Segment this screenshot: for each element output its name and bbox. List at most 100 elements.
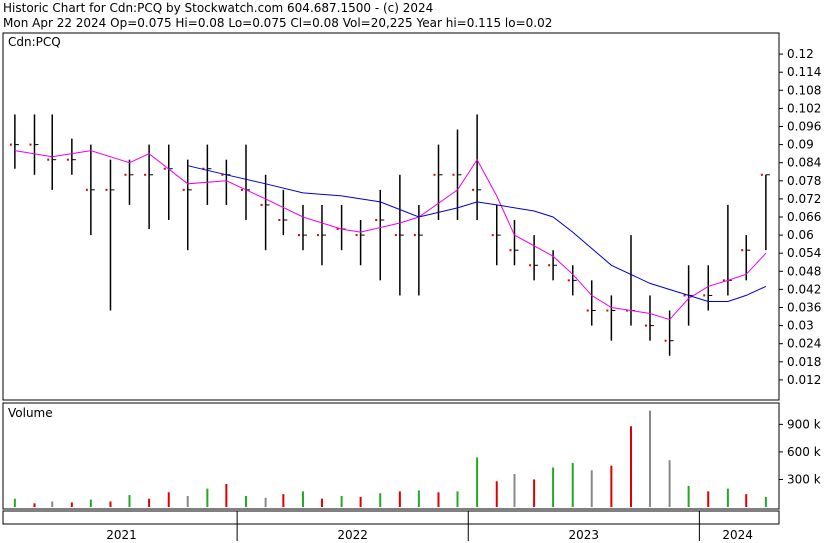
price-tick-label: 0.018 <box>787 355 821 369</box>
price-panel <box>2 32 780 401</box>
price-tick-label: 0.078 <box>787 174 821 188</box>
close-dot <box>509 249 512 252</box>
volume-bar <box>89 499 92 507</box>
close-dot <box>703 294 706 297</box>
volume-bar <box>70 502 73 507</box>
price-tick-label: 0.06 <box>787 228 814 242</box>
close-dot <box>548 264 551 267</box>
volume-bar <box>33 503 36 507</box>
close-dot <box>433 173 436 176</box>
close-dot <box>586 309 589 312</box>
volume-bar <box>707 491 710 507</box>
close-dot <box>260 203 263 206</box>
volume-bar <box>745 494 748 507</box>
price-tick-label: 0.048 <box>787 264 821 278</box>
price-tick-label: 0.066 <box>787 210 821 224</box>
close-dot <box>375 219 378 222</box>
close-dot <box>472 188 475 191</box>
volume-bar <box>301 491 304 507</box>
close-dot <box>644 324 647 327</box>
price-bars <box>14 114 770 356</box>
volume-bar <box>726 488 729 507</box>
close-dot <box>85 188 88 191</box>
year-axis: 2021 2022 2023 2024 <box>106 511 753 542</box>
volume-bar <box>264 497 267 507</box>
volume-bar <box>320 498 323 507</box>
volume-panel <box>2 402 780 510</box>
price-tick-label: 0.024 <box>787 337 821 351</box>
volume-bar <box>206 488 209 507</box>
price-tick-label: 0.102 <box>787 101 821 115</box>
volume-bar <box>340 495 343 507</box>
volume-bar <box>437 492 440 507</box>
volume-bar <box>629 426 632 507</box>
volume-bar <box>668 460 671 507</box>
volume-bar <box>417 490 420 507</box>
moving-average-short-line <box>14 150 767 321</box>
price-panel-title: Cdn:PCQ <box>8 35 61 49</box>
volume-bar <box>244 495 247 507</box>
price-tick-label: 0.09 <box>787 138 814 152</box>
volume-bar <box>571 462 574 507</box>
volume-bar <box>51 501 54 507</box>
price-tick-label: 0.042 <box>787 282 821 296</box>
close-dot <box>182 188 185 191</box>
volume-axis: 900 k 600 k 300 k <box>779 417 821 486</box>
year-label: 2024 <box>722 528 753 542</box>
close-dot <box>105 188 108 191</box>
year-label: 2021 <box>106 528 137 542</box>
price-tick-label: 0.114 <box>787 65 821 79</box>
close-dot <box>741 249 744 252</box>
close-dot <box>66 158 69 161</box>
volume-bar <box>186 495 189 507</box>
volume-bar <box>225 484 228 507</box>
close-dot <box>567 279 570 282</box>
price-axis: 0.12 0.114 0.108 0.102 0.096 0.09 0.084 0.078 0.… <box>779 47 821 387</box>
volume-bar <box>513 473 516 507</box>
year-axis-band <box>2 510 780 525</box>
close-dot <box>529 264 532 267</box>
volume-tick-label: 900 k <box>787 417 821 431</box>
volume-bar <box>379 493 382 507</box>
close-dot <box>297 234 300 237</box>
price-tick-label: 0.072 <box>787 192 821 206</box>
volume-bar <box>282 494 285 507</box>
year-label: 2022 <box>337 528 368 542</box>
volume-bar <box>687 485 690 507</box>
volume-bar <box>476 457 479 507</box>
close-dot <box>47 158 50 161</box>
close-dot <box>664 339 667 342</box>
price-tick-label: 0.03 <box>787 319 814 333</box>
volume-bar <box>590 470 593 507</box>
year-label: 2023 <box>569 528 600 542</box>
volume-bar <box>13 498 16 507</box>
close-dot <box>29 143 32 146</box>
volume-bar <box>109 501 112 507</box>
close-dot <box>491 234 494 237</box>
price-tick-label: 0.084 <box>787 156 821 170</box>
price-tick-label: 0.108 <box>787 83 821 97</box>
price-tick-label: 0.012 <box>787 373 821 387</box>
volume-bar <box>495 481 498 507</box>
volume-bar <box>398 491 401 507</box>
volume-bar <box>456 491 459 507</box>
price-tick-label: 0.036 <box>787 301 821 315</box>
close-dot <box>278 219 281 222</box>
volume-tick-label: 300 k <box>787 472 821 486</box>
price-tick-label: 0.12 <box>787 47 814 61</box>
close-dot <box>413 234 416 237</box>
close-dot <box>394 234 397 237</box>
volume-panel-title: Volume <box>8 406 53 420</box>
close-dot <box>316 234 319 237</box>
close-dot <box>452 173 455 176</box>
close-dot <box>606 309 609 312</box>
volume-bar <box>648 410 651 507</box>
close-dot <box>163 167 166 170</box>
volume-bar <box>359 496 362 507</box>
volume-bar <box>610 465 613 507</box>
close-dot <box>240 188 243 191</box>
close-dot <box>355 234 358 237</box>
volume-tick-label: 600 k <box>787 445 821 459</box>
volume-bar <box>764 496 767 507</box>
stock-chart: Cdn:PCQ Volume 0.12 0.114 0.108 0.102 0.09 60… <box>2 32 821 542</box>
